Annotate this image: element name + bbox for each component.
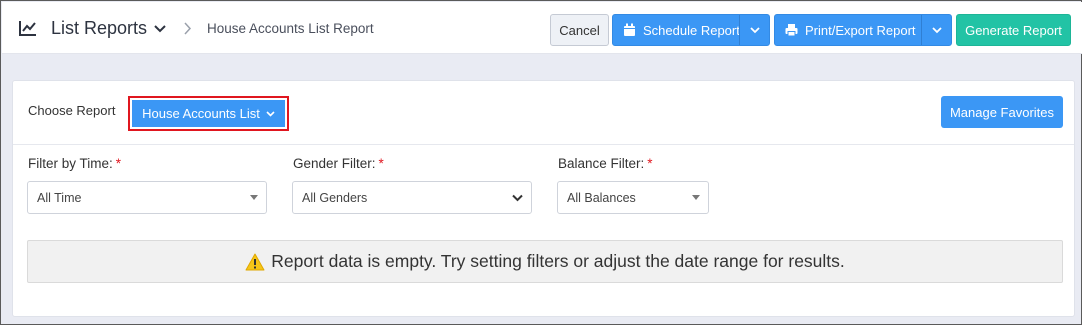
time-filter-value: All Time xyxy=(37,190,82,205)
app-frame: List Reports House Accounts List Report … xyxy=(0,0,1082,325)
balance-filter-value: All Balances xyxy=(567,190,636,205)
time-filter-label-text: Filter by Time: xyxy=(28,156,113,171)
report-card: Choose Report House Accounts List Manage… xyxy=(12,80,1075,317)
schedule-dropdown-toggle[interactable] xyxy=(739,15,769,45)
print-export-label: Print/Export Report xyxy=(805,22,916,38)
balance-filter-select[interactable]: All Balances xyxy=(557,181,709,214)
balance-filter-label-text: Balance Filter: xyxy=(558,156,645,171)
print-export-button[interactable]: Print/Export Report xyxy=(774,14,952,46)
card-divider xyxy=(13,144,1074,145)
alert-message: Report data is empty. Try setting filter… xyxy=(271,251,845,271)
report-selector-button[interactable]: House Accounts List xyxy=(132,100,285,127)
empty-report-alert: Report data is empty. Try setting filter… xyxy=(27,240,1063,283)
chevron-down-icon xyxy=(266,110,275,117)
gender-filter-label-text: Gender Filter: xyxy=(293,156,376,171)
generate-report-button[interactable]: Generate Report xyxy=(956,14,1071,46)
chevron-right-icon xyxy=(184,22,192,35)
gender-filter-label: Gender Filter: * xyxy=(293,156,384,171)
time-filter-select[interactable]: All Time xyxy=(27,181,267,214)
top-bar: List Reports House Accounts List Report … xyxy=(2,2,1082,54)
chevron-down-icon xyxy=(749,26,760,33)
manage-favorites-label: Manage Favorites xyxy=(949,104,1055,120)
generate-report-label: Generate Report xyxy=(965,22,1062,38)
printer-icon xyxy=(785,24,798,37)
breadcrumb: House Accounts List Report xyxy=(207,21,374,36)
line-chart-icon xyxy=(19,21,36,36)
cancel-button[interactable]: Cancel xyxy=(550,14,609,46)
choose-report-label: Choose Report xyxy=(28,103,116,118)
print-dropdown-toggle[interactable] xyxy=(921,15,951,45)
balance-filter-label: Balance Filter: * xyxy=(558,156,653,171)
required-mark: * xyxy=(647,156,653,171)
schedule-report-button[interactable]: Schedule Report xyxy=(612,14,770,46)
chevron-down-icon[interactable] xyxy=(154,24,166,34)
gender-filter-value: All Genders xyxy=(302,190,368,205)
schedule-report-label: Schedule Report xyxy=(643,22,740,38)
required-mark: * xyxy=(378,156,384,171)
required-mark: * xyxy=(115,156,122,171)
cancel-label: Cancel xyxy=(559,22,600,38)
time-filter-label: Filter by Time: * xyxy=(28,156,121,171)
warning-icon xyxy=(245,253,265,270)
caret-down-icon xyxy=(692,195,700,200)
report-selector-value: House Accounts List xyxy=(142,106,260,121)
chevron-down-icon xyxy=(512,194,523,202)
report-selector-highlight: House Accounts List xyxy=(128,96,289,131)
calendar-icon xyxy=(624,23,635,36)
manage-favorites-button[interactable]: Manage Favorites xyxy=(941,96,1063,128)
caret-down-icon xyxy=(250,195,258,200)
chevron-down-icon xyxy=(931,26,942,33)
page-title: List Reports xyxy=(51,18,148,38)
gender-filter-select[interactable]: All Genders xyxy=(292,181,532,214)
